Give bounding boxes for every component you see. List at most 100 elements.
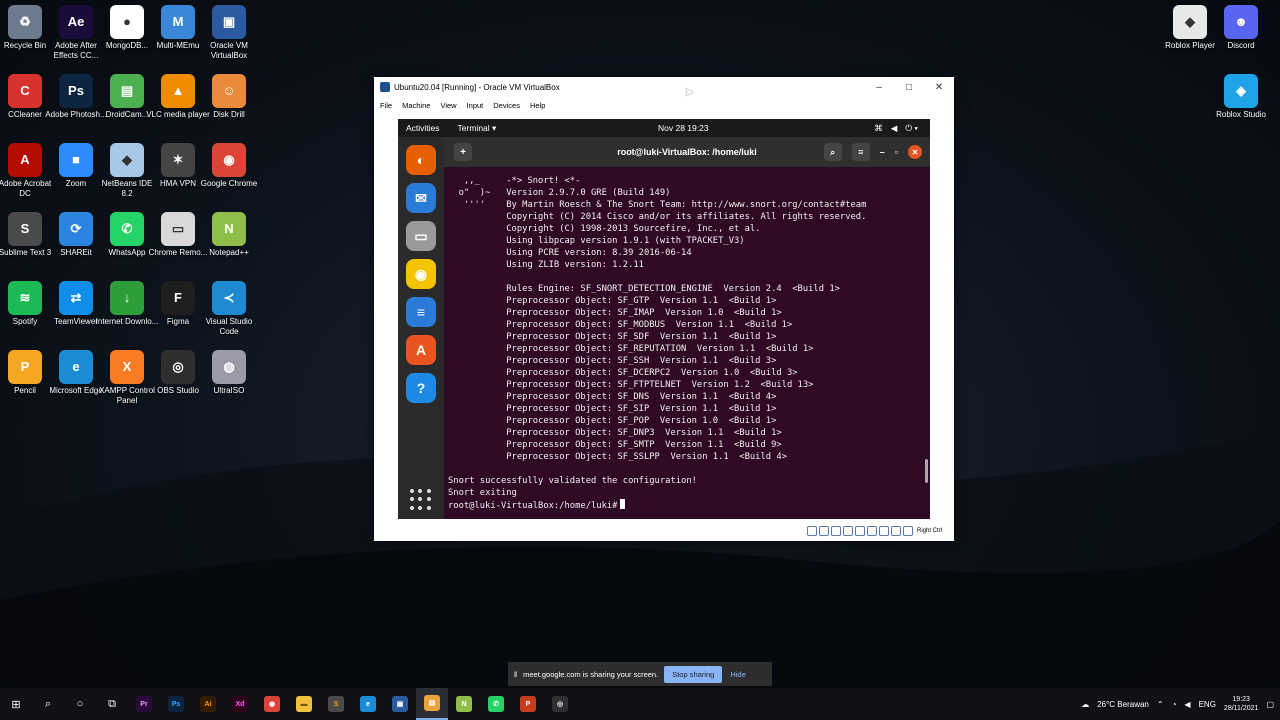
menu-input[interactable]: Input (467, 101, 484, 110)
menu-view[interactable]: View (440, 101, 456, 110)
taskbar-app[interactable]: P (512, 688, 544, 720)
speaker-icon[interactable]: ◀ (1184, 700, 1190, 709)
desktop-icon[interactable]: ▣ Oracle VM VirtualBox (197, 5, 261, 61)
notification-icon[interactable]: ▢ (1266, 700, 1274, 709)
software-center-icon[interactable]: A (406, 335, 436, 365)
desktop-icon[interactable]: ☺ Disk Drill (197, 74, 261, 120)
menu-file[interactable]: File (380, 101, 392, 110)
taskbar-app[interactable]: ▬ (288, 688, 320, 720)
taskbar-app[interactable]: ▤ (416, 688, 448, 720)
activities-button[interactable]: Activities (406, 123, 440, 133)
start-button[interactable]: ⊞ (0, 688, 32, 720)
terminal-line: Preprocessor Object: SF_FTPTELNET Versio… (448, 380, 814, 390)
notepadpp-icon: N (212, 212, 246, 246)
app-menu-terminal[interactable]: Terminal ▾ (458, 123, 497, 134)
text-cursor (620, 499, 626, 509)
ultraiso-icon: ◍ (212, 350, 246, 384)
desktop-icon[interactable]: ☻ Discord (1209, 5, 1273, 51)
terminal-line: Rules Engine: SF_SNORT_DETECTION_ENGINE … (448, 284, 840, 294)
network-status-icon[interactable] (842, 526, 853, 536)
task-view-icon[interactable]: ⧉ (96, 688, 128, 720)
show-applications-icon[interactable] (410, 489, 432, 511)
terminal-close-button[interactable]: ✕ (908, 145, 922, 159)
xd-icon: Xd (232, 696, 248, 712)
hamburger-menu-button[interactable]: ≡ (851, 143, 870, 161)
virtualbox-window[interactable]: Ubuntu20.04 [Running] - Oracle VM Virtua… (374, 77, 954, 541)
taskbar-app[interactable]: N (448, 688, 480, 720)
vbox-titlebar[interactable]: Ubuntu20.04 [Running] - Oracle VM Virtua… (374, 77, 954, 97)
show-hidden-icons[interactable]: ⌃ (1157, 700, 1164, 709)
taskbar-app[interactable]: ▣ (384, 688, 416, 720)
terminal-minimize-button[interactable]: – (880, 147, 885, 157)
taskbar-app[interactable]: ◎ (544, 688, 576, 720)
menu-help[interactable]: Help (530, 101, 545, 110)
terminal-output[interactable]: ,,_ -*> Snort! <*- o" )~ Version 2.9.7.0… (444, 167, 930, 519)
shared-folder-status-icon[interactable] (866, 526, 877, 536)
taskbar-app[interactable]: Ps (160, 688, 192, 720)
menu-devices[interactable]: Devices (493, 101, 520, 110)
terminal-line: Copyright (C) 1998-2013 Sourcefire, Inc.… (448, 224, 761, 234)
guest-screen[interactable]: Activities Terminal ▾ Nov 28 19:23 ⌘ ◀ ⏻… (398, 119, 930, 519)
taskbar-app[interactable]: Ai (192, 688, 224, 720)
terminal-line: Using ZLIB version: 1.2.11 (448, 260, 644, 270)
taskbar-app[interactable]: Xd (224, 688, 256, 720)
xampp-icon: X (110, 350, 144, 384)
weather-icon[interactable]: ☁ (1081, 700, 1089, 709)
display-status-icon[interactable] (878, 526, 889, 536)
language-indicator[interactable]: ENG (1199, 700, 1216, 709)
close-button[interactable]: ✕ (924, 82, 954, 93)
desktop-icon[interactable]: ◉ Google Chrome (197, 143, 261, 189)
terminal-line: ,,_ -*> Snort! <*- (448, 176, 581, 186)
power-icon[interactable]: ⏻ ▾ (905, 123, 918, 134)
cortana-icon[interactable]: ○ (64, 688, 96, 720)
weather-text[interactable]: 26°C Berawan (1097, 700, 1149, 709)
taskbar-app[interactable]: ◉ (256, 688, 288, 720)
taskbar-app[interactable]: e (352, 688, 384, 720)
wifi-icon[interactable]: ◔ (1172, 700, 1177, 709)
taskbar-clock[interactable]: 19:23 28/11/2021 (1224, 695, 1259, 713)
clock-date: 28/11/2021 (1223, 705, 1259, 712)
desktop-icon[interactable]: N Notepad++ (197, 212, 261, 258)
thunderbird-icon[interactable]: ✉ (406, 183, 436, 213)
network-icon[interactable]: ⌘ (874, 123, 883, 134)
new-tab-button[interactable]: + (454, 143, 472, 161)
taskbar-app[interactable]: ✆ (480, 688, 512, 720)
help-icon[interactable]: ? (406, 373, 436, 403)
usb-status-icon[interactable] (854, 526, 865, 536)
terminal-maximize-button[interactable]: ▫ (895, 147, 898, 157)
acrobat-icon: A (8, 143, 42, 177)
hdd-status-icon[interactable] (806, 526, 817, 536)
minimize-button[interactable]: – (864, 82, 894, 93)
desktop-icon[interactable]: ◈ Roblox Studio (1209, 74, 1273, 120)
menu-machine[interactable]: Machine (402, 101, 430, 110)
hma-vpn-icon: ✶ (161, 143, 195, 177)
desktop-icon[interactable]: ≺ Visual Studio Code (197, 281, 261, 337)
topbar-clock[interactable]: Nov 28 19:23 (658, 123, 709, 133)
terminal-line: Preprocessor Object: SF_MODBUS Version 1… (448, 320, 793, 330)
terminal-scrollbar[interactable] (925, 459, 928, 483)
search-button[interactable]: ⌕ (823, 143, 842, 161)
recording-status-icon[interactable] (890, 526, 901, 536)
desktop-icon-label: Notepad++ (209, 248, 249, 257)
mouse-status-icon[interactable] (902, 526, 913, 536)
search-icon[interactable]: ⌕ (32, 688, 64, 720)
terminal-window[interactable]: root@luki-VirtualBox: /home/luki + ⌕ ≡ –… (444, 137, 930, 519)
rhythmbox-icon[interactable]: ◉ (406, 259, 436, 289)
taskbar-app[interactable]: Pr (128, 688, 160, 720)
pause-icon: ‖ (514, 669, 518, 679)
libreoffice-writer-icon[interactable]: ≡ (406, 297, 436, 327)
desktop-icon[interactable]: ◍ UltraISO (197, 350, 261, 396)
stop-sharing-button[interactable]: Stop sharing (664, 665, 723, 683)
firefox-icon[interactable]: ◐ (406, 145, 436, 175)
maximize-button[interactable]: □ (894, 82, 924, 93)
audio-status-icon[interactable] (830, 526, 841, 536)
hide-button[interactable]: Hide (730, 670, 745, 679)
file-explorer-icon: ▬ (296, 696, 312, 712)
taskbar-app[interactable]: S (320, 688, 352, 720)
teamviewer-icon: ⇄ (59, 281, 93, 315)
files-icon[interactable]: ▭ (406, 221, 436, 251)
terminal-line: o" )~ Version 2.9.7.0 GRE (Build 149) (448, 188, 671, 198)
volume-icon[interactable]: ◀ (891, 123, 898, 134)
optical-status-icon[interactable] (818, 526, 829, 536)
edge-icon: e (59, 350, 93, 384)
